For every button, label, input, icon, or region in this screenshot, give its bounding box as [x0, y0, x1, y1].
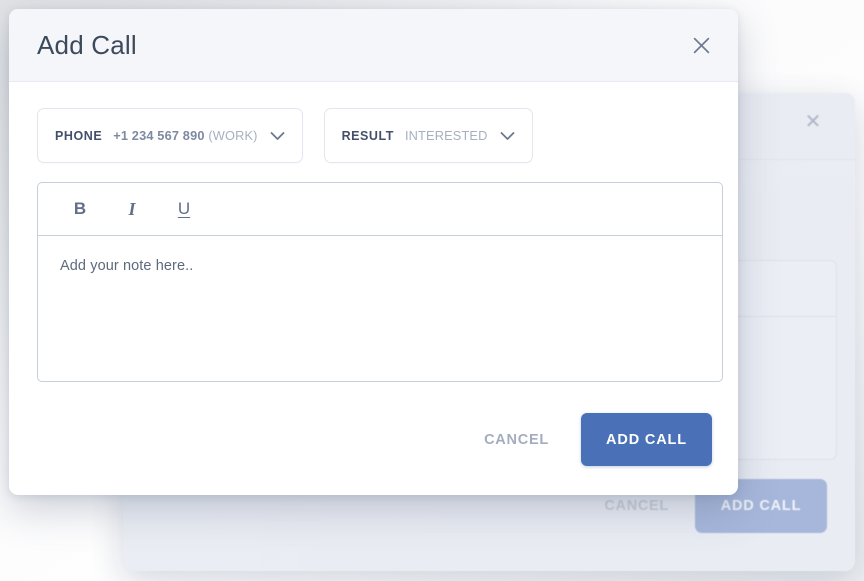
bold-button[interactable]: B — [65, 194, 95, 224]
add-call-button[interactable]: ADD CALL — [581, 413, 712, 466]
dialog-body: PHONE +1 234 567 890 (WORK) RESULT INTER… — [9, 82, 738, 494]
result-label: RESULT — [341, 128, 394, 143]
note-editor: B I U Add your note here.. — [37, 182, 723, 382]
background-cancel-button: CANCEL — [604, 498, 669, 514]
close-icon[interactable] — [686, 30, 716, 60]
dialog-footer: CANCEL ADD CALL — [478, 413, 712, 466]
dialog-header: Add Call — [9, 9, 738, 82]
add-call-dialog: Add Call PHONE +1 234 567 890 (WORK) RES… — [9, 9, 738, 495]
result-select[interactable]: RESULT INTERESTED — [323, 108, 533, 163]
editor-toolbar: B I U — [38, 183, 722, 236]
note-input[interactable]: Add your note here.. — [38, 236, 722, 381]
chevron-down-icon — [270, 131, 285, 141]
note-placeholder: Add your note here.. — [60, 258, 194, 274]
field-row: PHONE +1 234 567 890 (WORK) RESULT INTER… — [9, 82, 738, 163]
italic-button[interactable]: I — [117, 194, 147, 224]
underline-button[interactable]: U — [169, 194, 199, 224]
phone-type: (WORK) — [208, 128, 258, 143]
phone-label: PHONE — [55, 128, 103, 143]
result-value: INTERESTED — [405, 128, 488, 143]
phone-select[interactable]: PHONE +1 234 567 890 (WORK) — [37, 108, 303, 163]
cancel-button[interactable]: CANCEL — [478, 422, 555, 458]
page-title: Add Call — [37, 29, 137, 60]
chevron-down-icon — [500, 131, 515, 141]
screen: ✕ CANCEL ADD CALL Add Call PHONE +1 234 … — [0, 0, 864, 581]
phone-number: +1 234 567 890 — [113, 128, 205, 143]
result-selected: INTERESTED — [404, 128, 488, 143]
phone-value: +1 234 567 890 (WORK) — [113, 128, 257, 143]
background-close-icon[interactable]: ✕ — [801, 110, 825, 134]
